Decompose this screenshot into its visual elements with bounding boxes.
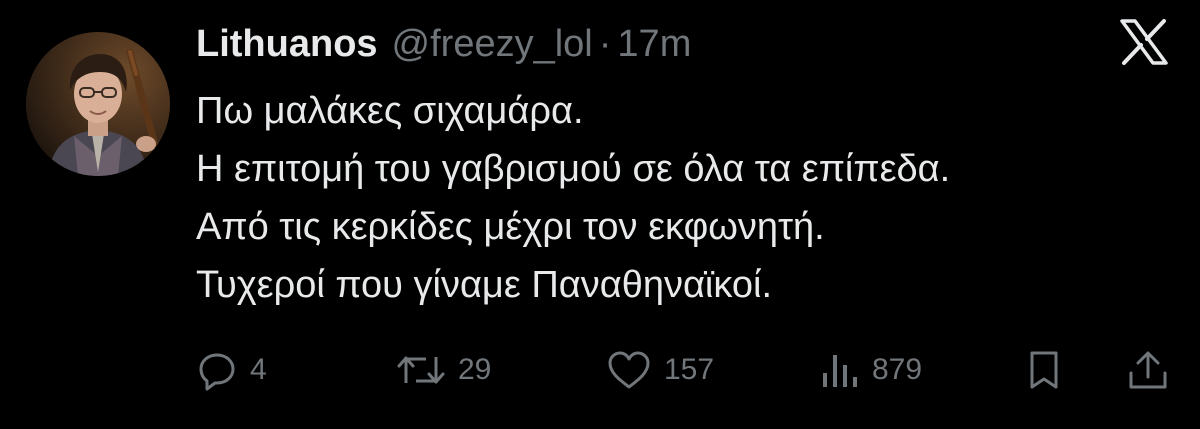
views-icon [823, 355, 857, 387]
share-button[interactable] [1126, 340, 1170, 400]
tweet-text-line: Η επιτομή του γαβρισμού σε όλα τα επίπεδ… [196, 148, 951, 190]
avatar[interactable] [26, 32, 170, 176]
avatar-image [26, 32, 170, 176]
x-logo-icon [1118, 18, 1170, 66]
timestamp[interactable]: 17m [617, 22, 691, 66]
tweet-text-line: Από τις κερκίδες μέχρι τον εκφωνητή. [196, 206, 825, 248]
like-icon [608, 351, 650, 389]
share-icon [1129, 351, 1167, 389]
user-handle[interactable]: @freezy_lol [392, 22, 593, 66]
tweet-text-line: Πω μαλάκες σιχαμάρα. [196, 90, 584, 132]
retweet-button[interactable]: 29 [396, 340, 491, 400]
retweet-count: 29 [458, 353, 492, 386]
reply-button[interactable]: 4 [196, 340, 267, 400]
like-count: 157 [664, 353, 715, 386]
bookmark-button[interactable] [1024, 340, 1064, 400]
tweet-text: Πω μαλάκες σιχαμάρα. Η επιτομή του γαβρι… [196, 82, 1176, 314]
like-button[interactable]: 157 [606, 340, 714, 400]
separator-dot: · [598, 23, 612, 65]
reply-count: 4 [250, 353, 267, 386]
tweet-card[interactable]: Lithuanos @freezy_lol · 17m Πω μαλάκες σ… [0, 0, 1200, 429]
display-name[interactable]: Lithuanos [196, 22, 378, 66]
tweet-header: Lithuanos @freezy_lol · 17m [196, 22, 691, 66]
views-button[interactable]: 879 [818, 340, 922, 400]
action-bar: 4 29 157 879 [0, 340, 1200, 400]
tweet-text-line: Τυχεροί που γίναμε Παναθηναϊκοί. [196, 264, 773, 306]
views-count: 879 [872, 353, 923, 386]
bookmark-icon [1030, 351, 1058, 389]
reply-icon [199, 353, 235, 391]
retweet-icon [397, 356, 445, 384]
